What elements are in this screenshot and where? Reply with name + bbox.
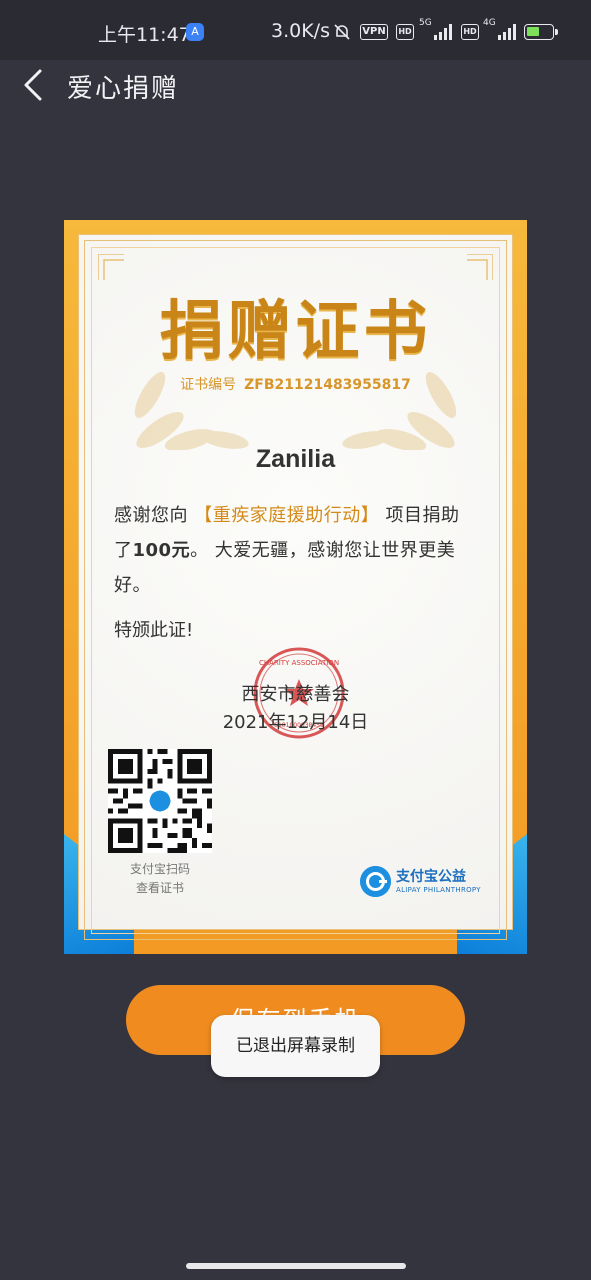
- signal-bars-icon-2: [498, 24, 518, 40]
- corner-ornament-icon: [98, 254, 124, 280]
- body-prefix: 感谢您向: [114, 505, 188, 526]
- certificate-number: 证书编号 ZFB21121483955817: [64, 374, 527, 394]
- vpn-icon: VPN: [360, 24, 388, 40]
- qr-code[interactable]: [108, 749, 212, 853]
- hd-icon-2: HD: [461, 24, 479, 40]
- battery-icon: [524, 24, 558, 40]
- status-time: 上午11:47: [98, 24, 191, 46]
- certificate-number-value: ZFB21121483955817: [244, 377, 411, 393]
- donor-name: Zanilia: [255, 445, 336, 473]
- 4g-icon: 4G: [483, 18, 496, 28]
- donation-amount: 100元: [132, 540, 191, 561]
- certificate-body: 感谢您向 【重疾家庭援助行动】 项目捐助了100元。 大爱无疆，感谢您让世界更美…: [114, 498, 474, 603]
- hd-icon: HD: [396, 24, 414, 40]
- certificate-title: 捐赠证书: [159, 295, 432, 369]
- toast-message: 已退出屏幕录制: [211, 1015, 380, 1077]
- corner-ornament-icon: [467, 254, 493, 280]
- status-bar: 上午11:47 A 3.0K/s VPN HD 5G HD 4G: [0, 0, 591, 60]
- 5g-icon: 5G: [419, 18, 432, 28]
- certificate-number-label: 证书编号: [180, 377, 237, 393]
- project-name: 【重疾家庭援助行动】: [194, 505, 380, 526]
- alipay-logo-icon: [360, 866, 391, 897]
- battery-fill: [527, 27, 539, 36]
- qr-caption-line1: 支付宝扫码: [129, 862, 190, 876]
- chevron-left-icon[interactable]: [20, 68, 50, 102]
- svg-text:CHARITY ASSOCIATION: CHARITY ASSOCIATION: [259, 659, 339, 667]
- brand-name: 支付宝公益: [396, 869, 466, 885]
- qr-caption-line2: 查看证书: [135, 881, 184, 895]
- page-title: 爱心捐赠: [67, 74, 180, 104]
- certificate-special-line: 特颁此证!: [114, 620, 194, 641]
- network-speed: 3.0K/s: [271, 20, 330, 42]
- donation-certificate: 捐赠证书 证书编号 ZFB21121483955817 Zanilia 感谢您向 …: [64, 220, 527, 954]
- issuing-organization: 西安市慈善会: [241, 684, 350, 705]
- brand-subtitle: ALIPAY PHILANTHROPY: [396, 886, 481, 894]
- home-indicator[interactable]: [186, 1263, 406, 1269]
- app-notification-icon: A: [186, 23, 204, 41]
- issue-date: 2021年12月14日: [222, 712, 369, 733]
- mute-bell-icon: [334, 24, 350, 40]
- qr-caption: 支付宝扫码 查看证书: [108, 860, 212, 898]
- alipay-philanthropy-brand: 支付宝公益 ALIPAY PHILANTHROPY: [360, 864, 490, 904]
- signal-bars-icon: [434, 24, 454, 40]
